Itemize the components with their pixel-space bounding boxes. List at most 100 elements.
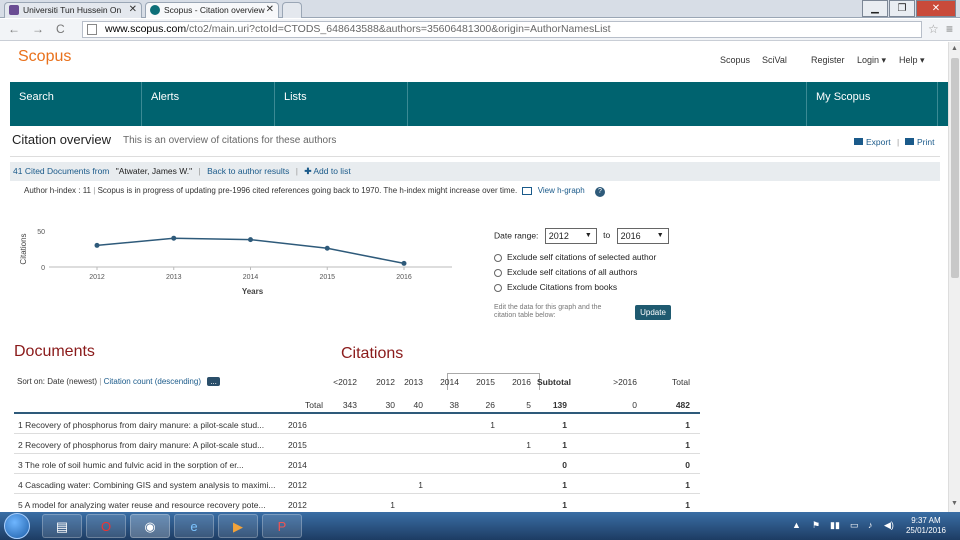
close-tab-icon[interactable]: ✕ <box>266 3 274 17</box>
minimize-icon[interactable]: ▁ <box>862 0 888 17</box>
citation-cell: 1 <box>562 500 567 510</box>
document-title-link[interactable]: 1 Recovery of phosphorus from dairy manu… <box>18 420 280 430</box>
scroll-thumb[interactable] <box>951 58 959 278</box>
add-to-list-link[interactable]: Add to list <box>313 166 350 176</box>
table-row[interactable]: 3 The role of soil humic and fulvic acid… <box>14 455 700 474</box>
close-window-icon[interactable]: ✕ <box>916 0 956 17</box>
document-year: 2014 <box>288 460 307 470</box>
nav-lists[interactable]: Lists <box>275 82 408 126</box>
document-title-link[interactable]: 5 A model for analyzing water reuse and … <box>18 500 280 510</box>
register-link[interactable]: Register <box>811 55 845 65</box>
sort-count-link[interactable]: Citation count (descending) <box>104 377 201 386</box>
university-favicon-icon <box>9 5 19 15</box>
cited-documents-bar: 41 Cited Documents from "Atwater, James … <box>10 162 940 181</box>
column-header: 2013 <box>404 377 423 387</box>
view-h-graph-link[interactable]: View h-graph <box>538 186 585 195</box>
citation-cell: 1 <box>562 440 567 450</box>
battery-icon[interactable]: ▭ <box>850 520 859 531</box>
chevron-down-icon: ▼ <box>656 232 664 239</box>
more-options-button[interactable]: ... <box>207 377 220 386</box>
login-link[interactable]: Login ▾ <box>857 55 886 66</box>
back-icon[interactable]: ← <box>8 22 20 36</box>
data-point <box>171 235 177 241</box>
powerpoint-icon[interactable]: P <box>262 514 302 538</box>
close-tab-icon[interactable]: ✕ <box>129 3 137 17</box>
help-icon[interactable]: ? <box>594 187 605 197</box>
scopus-favicon-icon <box>150 5 160 15</box>
scroll-up-icon[interactable]: ▲ <box>951 45 958 52</box>
file-explorer-icon[interactable]: ▤ <box>42 514 82 538</box>
sort-date-link[interactable]: Date (newest) <box>47 377 97 386</box>
maximize-icon[interactable]: ❐ <box>889 0 915 17</box>
export-link[interactable]: Export <box>854 137 891 147</box>
network-icon[interactable]: ▮▮ <box>830 520 840 531</box>
volume-icon[interactable]: ◀) <box>884 520 894 531</box>
document-title-link[interactable]: 3 The role of soil humic and fulvic acid… <box>18 460 280 470</box>
print-label: Print <box>917 137 935 147</box>
table-row[interactable]: 4 Cascading water: Combining GIS and sys… <box>14 475 700 494</box>
graph-icon <box>522 186 533 195</box>
citation-cell: 26 <box>485 400 495 410</box>
chart-options: Date range: 2012 ▼ to 2016 ▼ Exclude self … <box>494 228 669 292</box>
chrome-icon[interactable]: ◉ <box>130 514 170 538</box>
radio-button[interactable] <box>494 268 502 277</box>
nav-alerts[interactable]: Alerts <box>142 82 275 126</box>
exclude-self-all-option[interactable]: Exclude self citations of all authors <box>494 267 669 277</box>
flag-icon[interactable]: ⚑ <box>812 520 820 531</box>
back-to-results-link[interactable]: Back to author results <box>207 166 289 176</box>
x-tick-label: 2012 <box>89 274 105 281</box>
cited-author: "Atwater, James W." <box>115 166 193 176</box>
speaker-icon[interactable]: ♪ <box>868 520 873 530</box>
show-hidden-icons-icon[interactable]: ▲ <box>792 520 801 530</box>
exclude-books-option[interactable]: Exclude Citations from books <box>494 282 669 292</box>
bookmark-star-icon[interactable]: ☆ <box>928 22 939 36</box>
exclude-self-selected-option[interactable]: Exclude self citations of selected autho… <box>494 252 669 262</box>
citation-cell: 1 <box>685 500 690 510</box>
date-from-select[interactable]: 2012 ▼ <box>544 228 597 244</box>
divider <box>10 156 940 157</box>
start-button-icon[interactable] <box>4 513 30 539</box>
citation-cell: 1 <box>418 480 423 490</box>
cited-count: 41 Cited Documents from <box>13 166 110 176</box>
column-header: Subtotal <box>537 377 571 387</box>
internet-explorer-icon[interactable]: e <box>174 514 214 538</box>
document-title-link[interactable]: 2 Recovery of phosphorus from dairy manu… <box>18 440 280 450</box>
help-link[interactable]: Help ▾ <box>899 55 925 66</box>
menu-icon[interactable]: ≡ <box>946 22 953 36</box>
date-to-select[interactable]: 2016 ▼ <box>616 228 669 244</box>
page-scrollbar[interactable]: ▲ ▼ <box>948 42 960 512</box>
clock-time: 9:37 AM <box>911 516 941 525</box>
radio-button[interactable] <box>494 253 502 262</box>
progress-note: Scopus is in progress of updating pre-19… <box>97 186 518 195</box>
scroll-down-icon[interactable]: ▼ <box>951 500 958 507</box>
radio-button[interactable] <box>494 283 502 292</box>
scival-link[interactable]: SciVal <box>762 55 787 65</box>
nav-search[interactable]: Search <box>10 82 142 126</box>
x-tick-label: 2014 <box>243 274 259 281</box>
scopus-link[interactable]: Scopus <box>720 55 750 65</box>
document-title-link[interactable]: 4 Cascading water: Combining GIS and sys… <box>18 480 280 490</box>
browser-tab-university[interactable]: Universiti Tun Hussein On ✕ <box>4 2 142 18</box>
update-button[interactable]: Update <box>635 305 671 320</box>
media-player-icon[interactable]: ▶ <box>218 514 258 538</box>
forward-icon[interactable]: → <box>32 22 44 36</box>
browser-tab-bar: Universiti Tun Hussein On ✕ Scopus - Cit… <box>0 0 960 18</box>
table-row[interactable]: 1 Recovery of phosphorus from dairy manu… <box>14 415 700 434</box>
reload-icon[interactable]: C <box>56 22 65 36</box>
y-tick-label: 50 <box>37 229 45 236</box>
page-title: Citation overview <box>12 132 111 147</box>
opera-icon[interactable]: O <box>86 514 126 538</box>
option-label: Exclude self citations of selected autho… <box>507 252 657 262</box>
tab-label: Universiti Tun Hussein On <box>23 5 122 15</box>
column-header: 2016 <box>512 377 531 387</box>
tab-label: Scopus - Citation overview <box>164 5 265 15</box>
nav-my-scopus[interactable]: My Scopus <box>807 82 938 126</box>
table-row[interactable]: 2 Recovery of phosphorus from dairy manu… <box>14 435 700 454</box>
print-link[interactable]: Print <box>905 137 934 147</box>
data-point <box>94 242 100 248</box>
new-tab-button[interactable] <box>282 2 302 18</box>
scopus-logo[interactable]: Scopus <box>18 48 71 66</box>
browser-tab-scopus[interactable]: Scopus - Citation overview ✕ <box>145 2 279 18</box>
taskbar-clock[interactable]: 9:37 AM 25/01/2016 <box>906 516 946 536</box>
url-field[interactable]: www.scopus.com/cto2/main.uri?ctoId=CTODS… <box>82 21 922 38</box>
